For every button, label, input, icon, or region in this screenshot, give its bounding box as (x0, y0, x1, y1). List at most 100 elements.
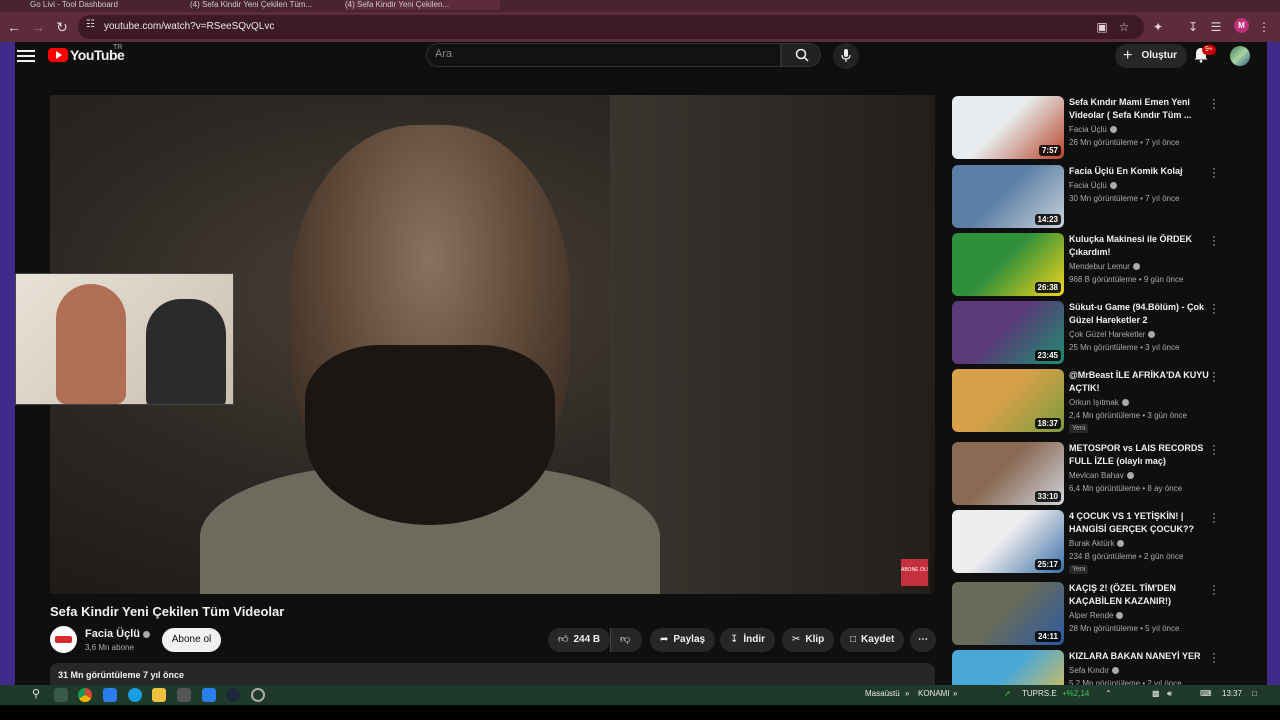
recommendation-thumbnail[interactable]: 7:57 (952, 96, 1064, 159)
recommendation-channel[interactable]: Sefa Kındır (1069, 666, 1120, 675)
volume-icon[interactable]: 🔊︎ (1167, 689, 1172, 699)
like-button[interactable]: 👍︎ 244 B (548, 628, 610, 652)
copilot-taskbar-icon[interactable] (103, 688, 117, 702)
clip-button[interactable]: ✂ Klip (782, 628, 835, 652)
user-avatar[interactable] (1230, 46, 1250, 66)
recommendation-channel[interactable]: Facia Üçlü (1069, 125, 1117, 134)
recommendation-title[interactable]: @MrBeast İLE AFRİKA'DA KUYU AÇTIK! (1069, 369, 1219, 395)
channel-avatar[interactable] (50, 626, 77, 653)
recommendation-thumbnail[interactable]: 25:17 (952, 510, 1064, 573)
edge-taskbar-icon[interactable] (128, 688, 142, 702)
recommendation-item[interactable]: 7:57 Sefa Kındır Mami Emen Yeni Videolar … (952, 95, 1262, 160)
browser-tab-3[interactable]: (4) Sefa Kindir Yeni Çekilen... (345, 0, 500, 10)
network-icon[interactable]: ▩ (1152, 689, 1160, 698)
more-vertical-icon[interactable]: · · · (1210, 300, 1218, 319)
more-vertical-icon[interactable]: · · · (1210, 441, 1218, 460)
recommendation-item[interactable]: 24:11 KAÇIŞ 2! (ÖZEL TİM'DEN KAÇABİLEN KA… (952, 581, 1262, 646)
recommendation-item[interactable]: 18:37 @MrBeast İLE AFRİKA'DA KUYU AÇTIK! O… (952, 368, 1262, 433)
keyboard-icon[interactable]: ⌨ (1200, 689, 1212, 698)
cast-icon[interactable]: ▣ (1092, 17, 1112, 37)
subscribe-watermark[interactable]: ABONE OL! (901, 559, 928, 586)
youtube-logo-icon[interactable] (48, 48, 68, 62)
tray-chevron-icon[interactable]: ⌃ (1105, 689, 1112, 698)
browser-tab-1[interactable]: Go Livi - Tool Dashboard (30, 0, 180, 10)
download-icon[interactable]: ↧ (1183, 17, 1203, 37)
site-info-icon[interactable]: ☷ (86, 19, 95, 30)
tab-search-icon[interactable]: ☰ (1206, 17, 1226, 37)
recommendation-item[interactable]: 23:45 Sükut-u Game (94.Bölüm) - Çok Güzel… (952, 300, 1262, 365)
browser-menu-icon[interactable]: ⋮ (1254, 17, 1274, 37)
recommendation-channel[interactable]: Mendebur Lemur (1069, 262, 1140, 271)
konami-label[interactable]: KONAMI (918, 689, 950, 698)
recommendation-channel[interactable]: Alper Rende (1069, 611, 1124, 620)
recommendation-thumbnail[interactable] (952, 650, 1064, 685)
konami-chevron-icon[interactable]: » (953, 689, 957, 698)
recommendation-channel[interactable]: Burak Aktürk (1069, 539, 1125, 548)
reload-icon[interactable]: ↻ (52, 17, 72, 37)
desktop-chevron-icon[interactable]: » (905, 689, 909, 698)
more-vertical-icon[interactable]: · · · (1210, 368, 1218, 387)
more-vertical-icon[interactable]: · · · (1210, 95, 1218, 114)
search-button[interactable] (781, 43, 821, 67)
download-button[interactable]: ↧ İndir (720, 628, 776, 652)
url-bar[interactable]: ☷ youtube.com/watch?v=RSeeSQvQLvc (78, 15, 1144, 39)
recommendation-channel[interactable]: Çok Güzel Hareketler (1069, 330, 1156, 339)
recommendation-channel[interactable]: Facia Üçlü (1069, 181, 1117, 190)
back-arrow-icon[interactable]: ← (4, 17, 24, 37)
recommendation-channel[interactable]: Orkun Işıtmak (1069, 398, 1129, 407)
steam-taskbar-icon[interactable] (226, 688, 240, 702)
recommendation-title[interactable]: 4 ÇOCUK VS 1 YETİŞKİN! | HANGİSİ GERÇEK … (1069, 510, 1219, 536)
desktop-label[interactable]: Masaüstü (865, 689, 900, 698)
recommendation-thumbnail[interactable]: 23:45 (952, 301, 1064, 364)
store-taskbar-icon[interactable] (202, 688, 216, 702)
recommendation-thumbnail[interactable]: 24:11 (952, 582, 1064, 645)
extensions-icon[interactable]: ✦ (1148, 17, 1168, 37)
recommendation-item[interactable]: 25:17 4 ÇOCUK VS 1 YETİŞKİN! | HANGİSİ GE… (952, 509, 1262, 574)
recommendation-title[interactable]: Sükut-u Game (94.Bölüm) - Çok Güzel Hare… (1069, 301, 1219, 327)
task-view-icon[interactable] (54, 688, 68, 702)
taskbar-clock[interactable]: 13:37 (1222, 689, 1242, 698)
bookmark-star-icon[interactable]: ☆ (1114, 17, 1134, 37)
recommendation-thumbnail[interactable]: 18:37 (952, 369, 1064, 432)
recommendation-title[interactable]: KIZLARA BAKAN NANEYİ YER (1069, 650, 1219, 663)
channel-name[interactable]: Facia Üçlü (85, 628, 151, 640)
more-actions-button[interactable]: ⋯ (910, 628, 936, 652)
recommendation-item[interactable]: 26:38 Kuluçka Makinesi ile ÖRDEK Çıkardım… (952, 232, 1262, 297)
more-vertical-icon[interactable]: · · · (1210, 164, 1218, 183)
notification-center-icon[interactable]: □ (1252, 689, 1257, 698)
chrome-taskbar-icon[interactable] (78, 688, 92, 702)
search-input[interactable] (435, 48, 765, 60)
recommendation-thumbnail[interactable]: 33:10 (952, 442, 1064, 505)
stock-ticker[interactable]: TUPRS.E (1022, 689, 1057, 698)
browser-profile-avatar[interactable]: M (1234, 18, 1249, 33)
share-button[interactable]: ➦ Paylaş (650, 628, 716, 652)
hamburger-menu-icon[interactable] (17, 47, 35, 65)
recommendation-thumbnail[interactable]: 26:38 (952, 233, 1064, 296)
recommendation-thumbnail[interactable]: 14:23 (952, 165, 1064, 228)
recommendation-title[interactable]: Kuluçka Makinesi ile ÖRDEK Çıkardım! (1069, 233, 1219, 259)
dislike-button[interactable]: 👎︎ (610, 628, 642, 652)
more-vertical-icon[interactable]: · · · (1210, 509, 1218, 528)
voice-search-button[interactable] (833, 43, 859, 69)
recommendation-title[interactable]: KAÇIŞ 2! (ÖZEL TİM'DEN KAÇABİLEN KAZANIR… (1069, 582, 1219, 608)
file-explorer-icon[interactable] (152, 688, 166, 702)
recommendation-title[interactable]: Facia Üçlü En Komik Kolaj (1069, 165, 1219, 178)
description-box[interactable]: 31 Mn görüntüleme 7 yıl önce (50, 663, 935, 685)
recommendation-item[interactable]: KIZLARA BAKAN NANEYİ YER Sefa Kındır 5,2 M… (952, 650, 1262, 685)
subscribe-button[interactable]: Abone ol (162, 628, 221, 652)
save-button[interactable]: □ Kaydet (840, 628, 905, 652)
app-taskbar-icon[interactable] (251, 688, 265, 702)
browser-tab-2[interactable]: (4) Sefa Kindir Yeni Çekilen Tüm... (190, 0, 340, 10)
create-button[interactable]: + Oluştur (1115, 44, 1187, 68)
more-vertical-icon[interactable]: · · · (1210, 232, 1218, 251)
forward-arrow-icon[interactable]: → (28, 17, 48, 37)
recommendation-title[interactable]: Sefa Kındır Mami Emen Yeni Videolar ( Se… (1069, 96, 1219, 122)
more-vertical-icon[interactable]: · · · (1210, 581, 1218, 600)
calculator-taskbar-icon[interactable] (177, 688, 191, 702)
windows-search-icon[interactable]: ⚲ (32, 687, 40, 700)
recommendation-item[interactable]: 14:23 Facia Üçlü En Komik Kolaj Facia Üçlü… (952, 164, 1262, 229)
recommendation-title[interactable]: METOSPOR vs LAIS RECORDS FULL İZLE (olay… (1069, 442, 1219, 468)
more-vertical-icon[interactable]: · · · (1210, 650, 1218, 668)
recommendation-channel[interactable]: Mevlcan Bahav (1069, 471, 1134, 480)
recommendation-item[interactable]: 33:10 METOSPOR vs LAIS RECORDS FULL İZLE … (952, 441, 1262, 506)
